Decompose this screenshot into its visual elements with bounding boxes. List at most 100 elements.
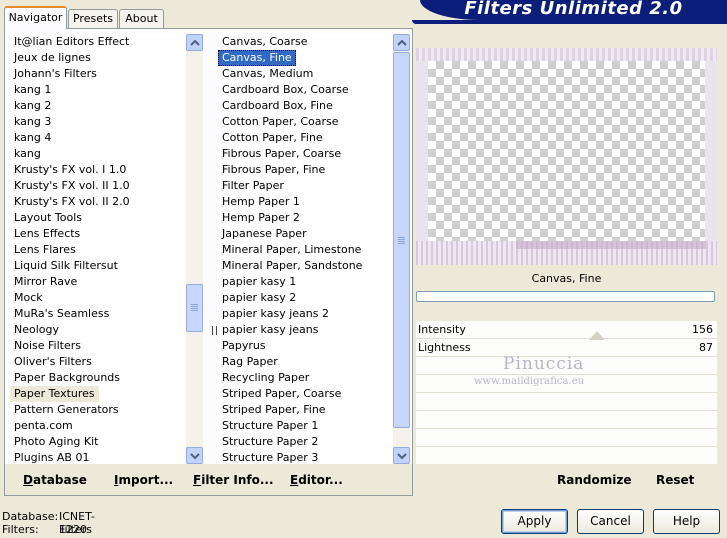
- status-label: Filters:: [2, 523, 39, 536]
- status-database: Database: ICNET-Filters: [2, 510, 95, 536]
- filter-item[interactable]: Hemp Paper 2: [218, 210, 393, 226]
- filter-item[interactable]: Structure Paper 2: [218, 434, 393, 450]
- category-item[interactable]: Krusty's FX vol. I 1.0: [10, 162, 186, 178]
- filter-item[interactable]: Papyrus: [218, 338, 393, 354]
- banner-stripe: [412, 20, 727, 24]
- scroll-thumb[interactable]: [186, 284, 203, 332]
- category-list[interactable]: It@lian Editors Effect Jeux de lignes Joha…: [10, 34, 186, 464]
- parameter-panel: Intensity 156 Lightness 87: [416, 321, 717, 464]
- category-item[interactable]: kang 2: [10, 98, 186, 114]
- filter-item[interactable]: Canvas, Coarse: [218, 34, 393, 50]
- category-item[interactable]: Mirror Rave: [10, 274, 186, 290]
- reset-button[interactable]: Reset: [656, 473, 694, 487]
- tab-presets[interactable]: Presets: [68, 9, 118, 28]
- scroll-down-button[interactable]: [186, 447, 203, 464]
- category-item[interactable]: Liquid Silk Filtersut: [10, 258, 186, 274]
- navigator-toolbar: Database Import... Filter Info... Editor…: [5, 464, 412, 495]
- category-item[interactable]: Neology: [10, 322, 186, 338]
- filter-item[interactable]: Mineral Paper, Sandstone: [218, 258, 393, 274]
- chevron-down-icon: [190, 453, 200, 460]
- filter-item[interactable]: papier kasy 1: [218, 274, 393, 290]
- filter-item[interactable]: Cardboard Box, Fine: [218, 98, 393, 114]
- param-value: 87: [699, 341, 713, 354]
- help-button[interactable]: Help: [653, 509, 720, 534]
- category-item[interactable]: Pattern Generators: [10, 402, 186, 418]
- scroll-down-button[interactable]: [393, 447, 410, 464]
- tab-about[interactable]: About: [119, 9, 164, 28]
- category-item[interactable]: Photo Aging Kit: [10, 434, 186, 450]
- cancel-button[interactable]: Cancel: [577, 509, 644, 534]
- filter-item[interactable]: Fibrous Paper, Fine: [218, 162, 393, 178]
- category-item[interactable]: Plugins AB 01: [10, 450, 186, 464]
- category-item[interactable]: kang 3: [10, 114, 186, 130]
- current-filter-name: Canvas, Fine: [531, 272, 602, 285]
- chevron-down-icon: [397, 453, 407, 460]
- category-item[interactable]: Paper Backgrounds: [10, 370, 186, 386]
- param-value: 156: [692, 323, 713, 336]
- filter-item[interactable]: Striped Paper, Coarse: [218, 386, 393, 402]
- filter-item[interactable]: Rag Paper: [218, 354, 393, 370]
- slider-marker-icon: [589, 331, 605, 340]
- category-item[interactable]: Lens Effects: [10, 226, 186, 242]
- category-item[interactable]: Mock: [10, 290, 186, 306]
- filter-item[interactable]: Hemp Paper 1: [218, 194, 393, 210]
- filter-item[interactable]: Japanese Paper: [218, 226, 393, 242]
- param-label: Intensity: [418, 323, 466, 336]
- title-banner: Filters Unlimited 2.0: [420, 0, 727, 20]
- category-item[interactable]: Lens Flares: [10, 242, 186, 258]
- filter-item[interactable]: Recycling Paper: [218, 370, 393, 386]
- category-scrollbar[interactable]: [186, 34, 203, 464]
- database-button[interactable]: Database: [23, 473, 87, 487]
- filter-info-button[interactable]: Filter Info...: [193, 473, 274, 487]
- transparency-checkerboard: [428, 61, 705, 241]
- filter-item[interactable]: papier kasy 2: [218, 290, 393, 306]
- param-row-intensity[interactable]: Intensity 156: [416, 321, 717, 339]
- tab-navigator[interactable]: Navigator: [4, 6, 67, 29]
- filter-item[interactable]: Fibrous Paper, Coarse: [218, 146, 393, 162]
- watermark-site: www.maildigrafica.eu: [474, 376, 585, 387]
- progress-bar: [416, 291, 715, 302]
- category-item[interactable]: Noise Filters: [10, 338, 186, 354]
- randomize-button[interactable]: Randomize: [557, 473, 631, 487]
- filter-item[interactable]: Structure Paper 1: [218, 418, 393, 434]
- category-item[interactable]: Jeux de lignes: [10, 50, 186, 66]
- param-label: Lightness: [418, 341, 471, 354]
- preview-area: [416, 48, 717, 265]
- filter-item[interactable]: Canvas, Fine: [218, 50, 296, 66]
- filter-item[interactable]: Filter Paper: [218, 178, 393, 194]
- category-item[interactable]: It@lian Editors Effect: [10, 34, 186, 50]
- status-filters: Filters: 1220: [2, 523, 87, 536]
- category-item[interactable]: Paper Textures: [10, 386, 99, 402]
- category-item[interactable]: MuRa's Seamless: [10, 306, 186, 322]
- editor-button[interactable]: Editor...: [290, 473, 343, 487]
- filter-item[interactable]: Canvas, Medium: [218, 66, 393, 82]
- scroll-up-button[interactable]: [186, 34, 203, 51]
- filter-item[interactable]: papier kasy jeans 2: [218, 306, 393, 322]
- filter-item[interactable]: Cardboard Box, Coarse: [218, 82, 393, 98]
- app-title: Filters Unlimited 2.0: [464, 0, 683, 19]
- category-item[interactable]: Krusty's FX vol. II 1.0: [10, 178, 186, 194]
- category-item[interactable]: Oliver's Filters: [10, 354, 186, 370]
- apply-button[interactable]: Apply: [501, 509, 568, 534]
- filter-item[interactable]: Cotton Paper, Fine: [218, 130, 393, 146]
- status-label: Database:: [2, 510, 59, 523]
- category-item[interactable]: Layout Tools: [10, 210, 186, 226]
- category-item[interactable]: penta.com: [10, 418, 186, 434]
- filter-list[interactable]: Canvas, Coarse Canvas, Fine Canvas, Medium…: [212, 34, 393, 464]
- category-item[interactable]: Krusty's FX vol. II 2.0: [10, 194, 186, 210]
- category-item[interactable]: Johann's Filters: [10, 66, 186, 82]
- category-item[interactable]: kang 1: [10, 82, 186, 98]
- category-item[interactable]: kang 4: [10, 130, 186, 146]
- import-button[interactable]: Import...: [114, 473, 173, 487]
- status-value: 1220: [59, 523, 87, 536]
- filter-item[interactable]: papier kasy jeans: [212, 322, 393, 338]
- filter-item[interactable]: Striped Paper, Fine: [218, 402, 393, 418]
- watermark-name: Pinuccia: [503, 354, 585, 374]
- scroll-thumb[interactable]: [393, 52, 410, 428]
- filter-item[interactable]: Cotton Paper, Coarse: [218, 114, 393, 130]
- filter-item[interactable]: Mineral Paper, Limestone: [218, 242, 393, 258]
- scroll-up-button[interactable]: [393, 34, 410, 51]
- category-item[interactable]: kang: [10, 146, 186, 162]
- filter-scrollbar[interactable]: [393, 34, 410, 464]
- chevron-up-icon: [190, 39, 200, 46]
